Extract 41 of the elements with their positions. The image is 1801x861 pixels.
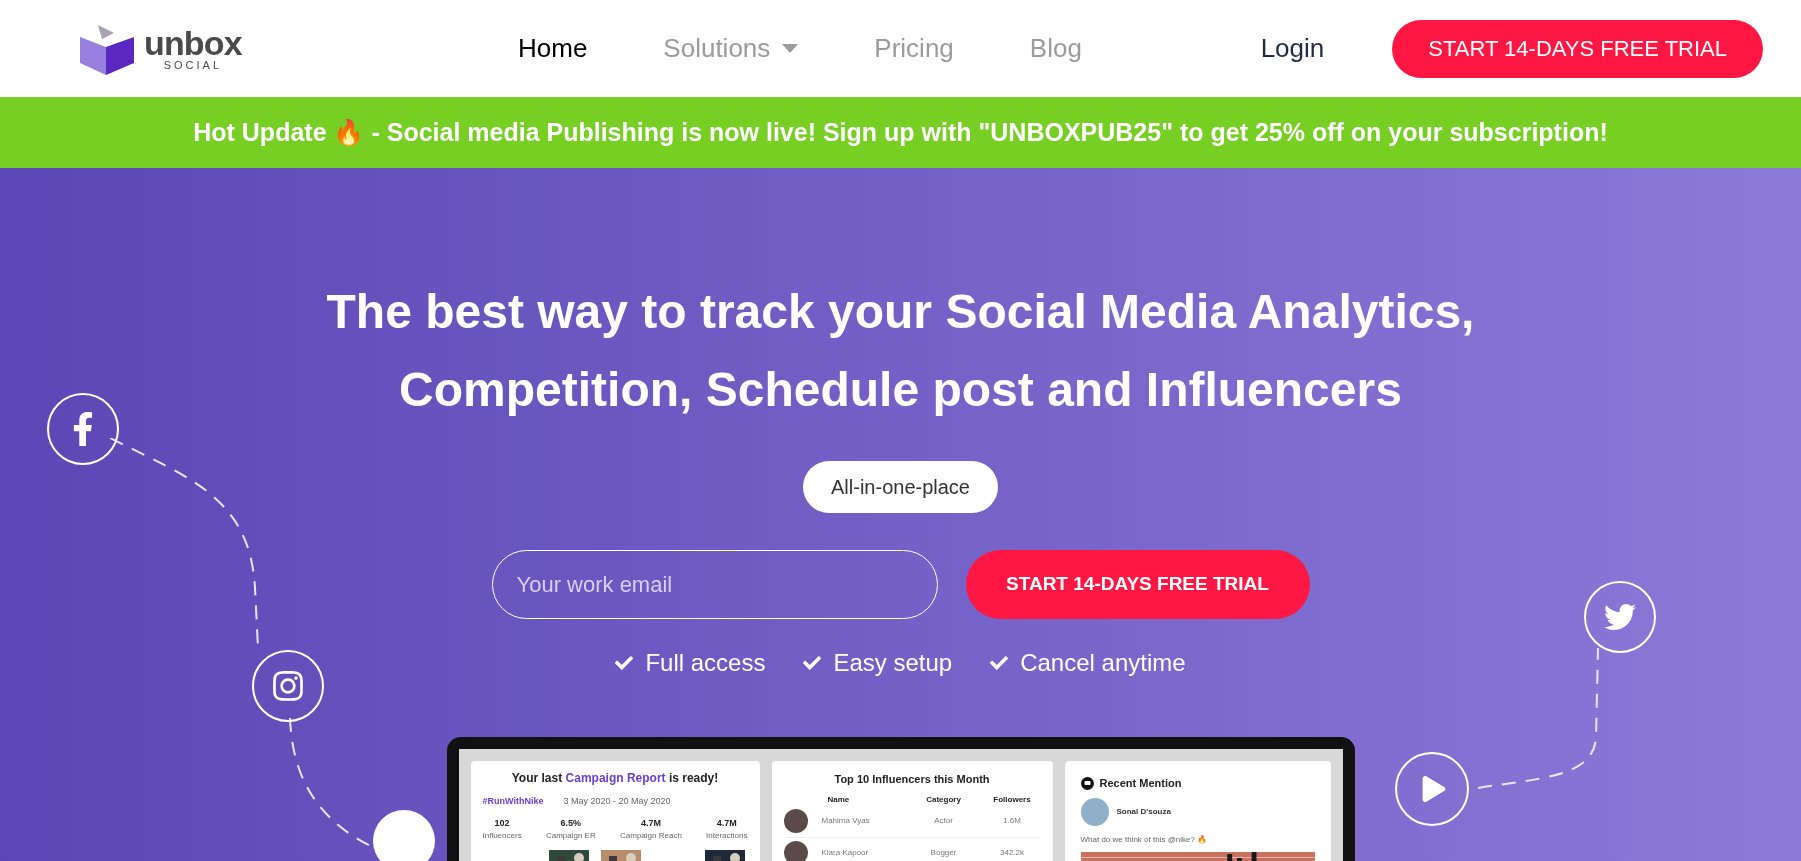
stat-label: Campaign ER — [545, 830, 596, 842]
table-cell: Mahima Vyas — [821, 815, 870, 827]
hero-title: The best way to track your Social Media Analytics, — [326, 284, 1475, 340]
stat-value: 4.7M — [716, 816, 737, 830]
promo-banner-text: Hot Update 🔥 - Social media Publishing is now live! Sign up with "UNBOXPUB25" to get 25% off on your subscription! — [193, 116, 1608, 148]
email-field[interactable]: Your work email — [491, 550, 938, 619]
mention-text: What do we think of this @nike? 🔥 — [1080, 833, 1209, 846]
user-name: Sonal D'souza — [1116, 805, 1171, 818]
card-title: Top 10 Influencers this Month — [833, 772, 991, 787]
table-cell-text: Bogger — [929, 847, 958, 859]
stat-value: 102 — [494, 816, 510, 830]
nav-link[interactable]: Home — [518, 29, 588, 68]
card-title: Recent Mention — [1099, 776, 1182, 791]
card-title: Your last Campaign Report is ready! — [510, 770, 720, 787]
free-trial-button[interactable]: START 14-DAYS FREE TRIAL — [1392, 19, 1763, 78]
column-header: Name — [826, 793, 851, 806]
stat-label: Campaign Reach — [620, 830, 682, 842]
nav-link[interactable]: Blog — [1029, 29, 1082, 68]
table-cell: Kiara Kapoor — [821, 847, 869, 859]
stat-label: Influencers — [482, 830, 522, 842]
table-cell-text: Actor — [933, 815, 954, 827]
free-trial-button[interactable]: START 14-DAYS FREE TRIAL — [965, 550, 1310, 619]
logo-wordmark: unbox — [144, 26, 242, 60]
table-cell-text: 1.6M — [1002, 815, 1022, 827]
date-range: 3 May 2020 - 20 May 2020 — [563, 795, 671, 808]
column-header: Category — [925, 793, 962, 806]
stat-value: 4.7M — [640, 816, 661, 830]
hashtag: #RunWithNike — [482, 795, 544, 808]
tagline-pill: All-in-one-place — [803, 461, 998, 513]
feature-label: Cancel anytime — [1020, 648, 1186, 678]
login-link[interactable]: Login — [1260, 29, 1325, 68]
stat-label: Interactions — [706, 830, 748, 842]
nav-link[interactable]: Solutions — [663, 29, 799, 68]
hero-title: Competition, Schedule post and Influencers — [399, 362, 1402, 418]
table-cell-text: 342.2k — [999, 847, 1025, 859]
nav-link[interactable]: Pricing — [874, 29, 954, 68]
column-header: Followers — [992, 793, 1032, 806]
stat-value: 6.5% — [560, 816, 582, 830]
feature-label: Full access — [645, 648, 766, 678]
logo-subtitle: SOCIAL — [163, 60, 223, 71]
feature-label: Easy setup — [833, 648, 953, 678]
